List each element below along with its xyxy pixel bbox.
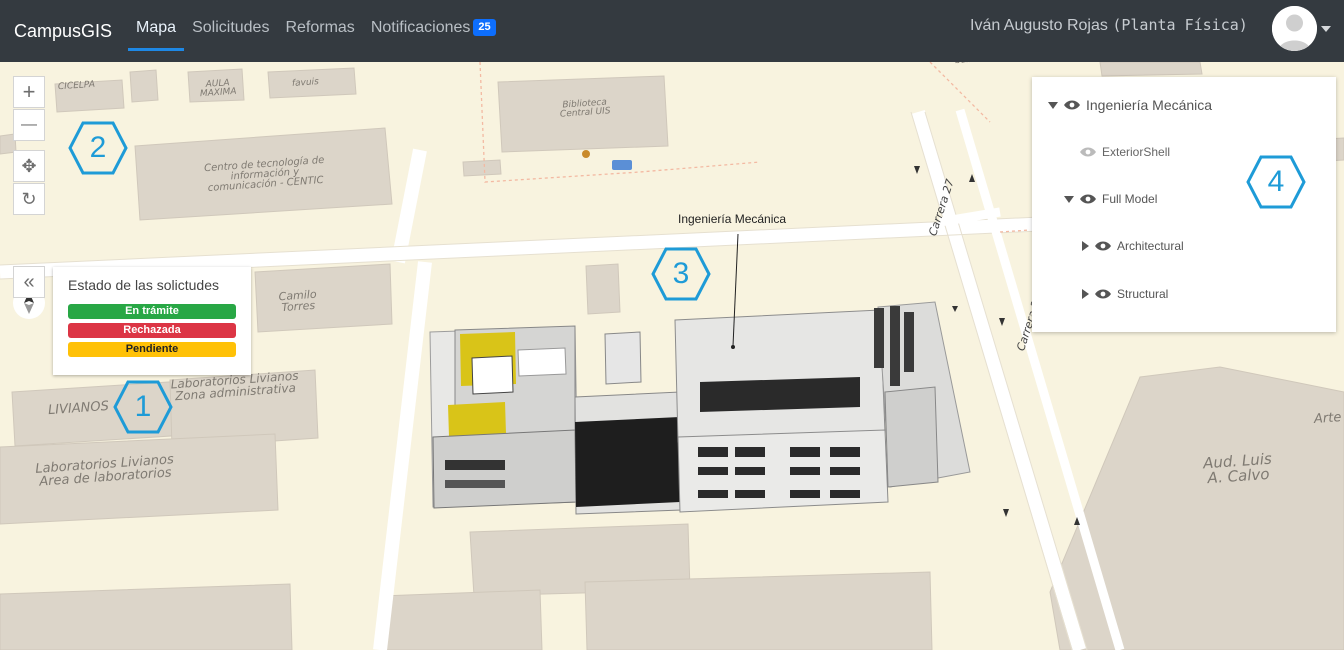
top-navbar: CampusGIS Mapa Solicitudes Reformas Noti…: [0, 0, 1344, 62]
layer-root-label: Ingeniería Mecánica: [1086, 97, 1213, 113]
user-avatar-icon: [1272, 6, 1317, 51]
layer-structural-label: Structural: [1117, 287, 1169, 301]
building-callout: Ingeniería Mecánica: [678, 212, 787, 226]
zoom-out-button[interactable]: —: [13, 109, 45, 141]
building-3d-model: [429, 301, 971, 515]
move-icon: ✥: [21, 155, 37, 176]
legend-pendiente: Pendiente: [68, 342, 236, 357]
brand-logo[interactable]: CampusGIS: [14, 21, 112, 42]
legend-title: Estado de las solictudes: [68, 277, 219, 293]
layer-structural[interactable]: Structural: [1082, 287, 1168, 301]
marker-1: 1: [113, 380, 173, 434]
layer-exteriorshell-label: ExteriorShell: [1102, 145, 1171, 159]
expand-down-icon[interactable]: [1064, 195, 1074, 203]
map-label-arte: Arte: [1313, 410, 1342, 427]
eye-icon[interactable]: [1064, 100, 1080, 110]
legend-en-tramite: En trámite: [68, 304, 236, 319]
expand-down-icon[interactable]: [1048, 101, 1058, 109]
plus-icon: +: [22, 79, 36, 104]
eye-hidden-icon[interactable]: [1080, 147, 1096, 157]
pan-button[interactable]: ✥: [13, 150, 45, 182]
expand-right-icon[interactable]: [1082, 289, 1089, 299]
rotate-icon: ↻: [21, 188, 37, 209]
expand-right-icon[interactable]: [1082, 241, 1089, 251]
map-label-aud-luis-calvo: Aud. Luis A. Calvo: [1202, 449, 1273, 488]
map-view[interactable]: CICELPA AULA MAXIMA favuis Biblioteca Ce…: [0, 62, 1344, 650]
nav-solicitudes[interactable]: Solicitudes: [192, 0, 269, 62]
layer-architectural[interactable]: Architectural: [1082, 239, 1184, 253]
map-label-camilo-torres: Camilo Torres: [278, 287, 318, 315]
eye-icon[interactable]: [1080, 194, 1096, 204]
layer-exteriorshell[interactable]: ExteriorShell: [1080, 145, 1170, 159]
map-label-aula-maxima: AULA MAXIMA: [199, 78, 237, 100]
layer-root[interactable]: Ingeniería Mecánica: [1048, 97, 1212, 113]
map-label-favuis: favuis: [291, 77, 320, 89]
marker-4-number: 4: [1267, 165, 1285, 198]
nav-notificaciones-label: Notificaciones: [370, 19, 471, 36]
legend-rechazada: Rechazada: [68, 323, 236, 338]
double-chevron-left-icon: «: [23, 270, 35, 293]
rotate-button[interactable]: ↻: [13, 183, 45, 215]
nav-reformas[interactable]: Reformas: [285, 0, 354, 62]
layer-full-model-label: Full Model: [1102, 192, 1158, 206]
status-legend: Estado de las solictudes En trámite Rech…: [53, 267, 251, 375]
user-name: Iván Augusto Rojas: [970, 17, 1108, 34]
nav-notificaciones[interactable]: Notificaciones 25: [371, 0, 496, 62]
avatar[interactable]: [1272, 6, 1317, 51]
marker-4: 4: [1246, 155, 1306, 209]
notifications-badge: 25: [473, 19, 496, 36]
minus-icon: —: [21, 116, 37, 133]
marker-3: 3: [651, 247, 711, 301]
layer-full-model[interactable]: Full Model: [1064, 192, 1157, 206]
collapse-button[interactable]: «: [13, 266, 45, 298]
nav-mapa[interactable]: Mapa: [128, 0, 185, 62]
eye-icon[interactable]: [1095, 241, 1111, 251]
marker-2-number: 2: [89, 131, 107, 164]
marker-3-number: 3: [672, 257, 690, 290]
layer-architectural-label: Architectural: [1117, 239, 1184, 253]
marker-1-number: 1: [134, 390, 152, 423]
user-role: (Planta Física): [1112, 16, 1248, 34]
eye-icon[interactable]: [1095, 289, 1111, 299]
zoom-in-button[interactable]: +: [13, 76, 45, 108]
marker-2: 2: [68, 121, 128, 175]
user-info: Iván Augusto Rojas (Planta Física): [970, 16, 1248, 35]
user-menu-caret-icon[interactable]: [1321, 26, 1331, 32]
